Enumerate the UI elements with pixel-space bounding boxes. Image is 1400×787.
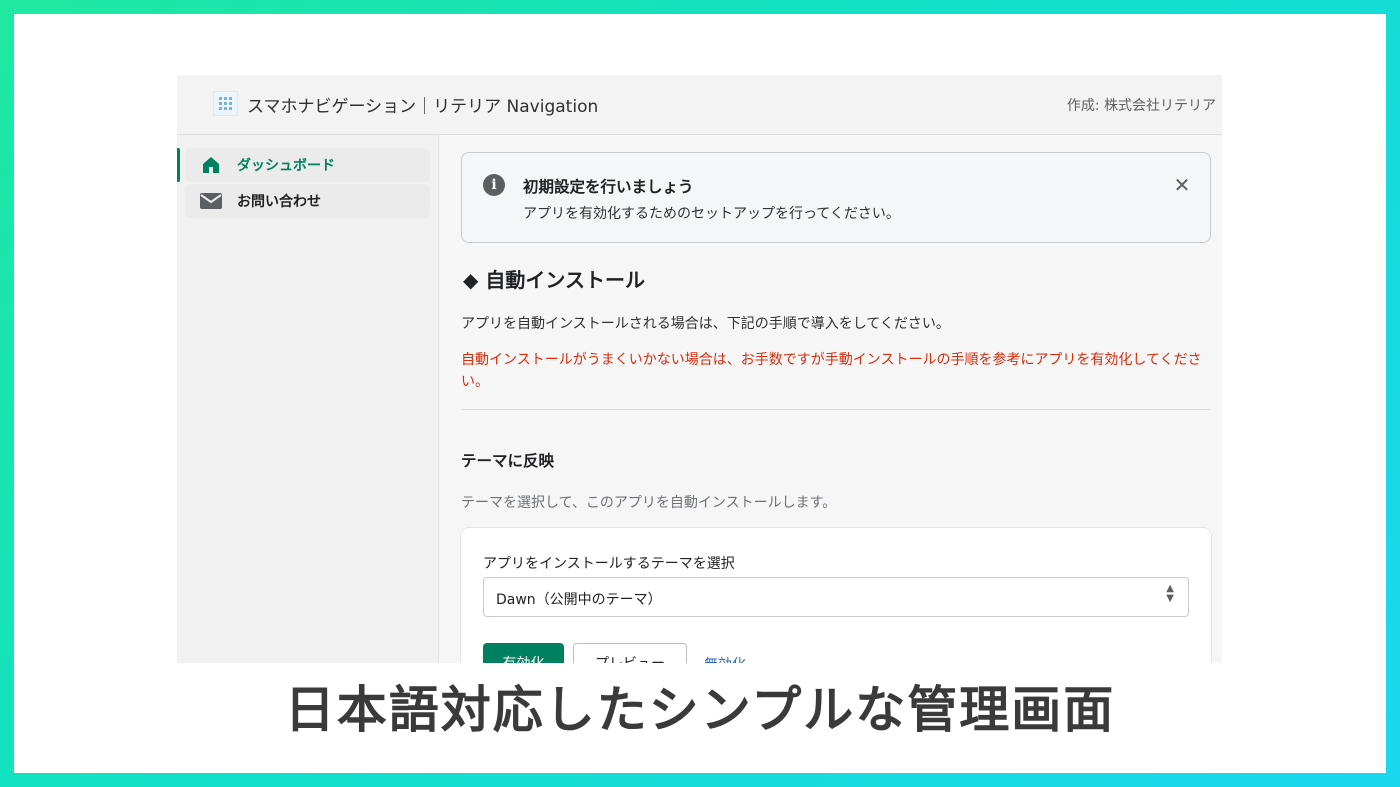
divider — [461, 409, 1211, 410]
preview-button[interactable]: プレビュー — [573, 643, 687, 663]
mail-icon — [199, 191, 223, 211]
sidebar-item-label: ダッシュボード — [237, 158, 335, 174]
sidebar-item-contact[interactable]: お問い合わせ — [185, 184, 430, 218]
grid-logo-icon — [213, 91, 238, 116]
section-heading: ◆ 自動インストール — [463, 268, 645, 292]
admin-app-window: スマホナビゲーション｜リテリア Navigation 作成: 株式会社リテリア … — [177, 75, 1222, 663]
top-bar: スマホナビゲーション｜リテリア Navigation 作成: 株式会社リテリア — [177, 75, 1222, 135]
theme-select[interactable]: Dawn（公開中のテーマ） ▲ ▼ — [483, 577, 1189, 617]
info-icon: i — [483, 174, 505, 196]
sidebar-item-label: お問い合わせ — [237, 194, 321, 210]
select-arrows-icon: ▲ ▼ — [1166, 583, 1174, 604]
select-label: アプリをインストールするテーマを選択 — [483, 556, 735, 572]
disable-link[interactable]: 無効化 — [704, 654, 746, 663]
section-description: アプリを自動インストールされる場合は、下記の手順で導入をしてください。 — [461, 316, 950, 332]
section-warning: 自動インストールがうまくいかない場合は、お手数ですが手動インストールの手順を参考… — [461, 352, 1202, 390]
theme-description: テーマを選択して、このアプリを自動インストールします。 — [461, 495, 837, 511]
theme-card: アプリをインストールするテーマを選択 Dawn（公開中のテーマ） ▲▼ 有効化 … — [461, 528, 1211, 663]
banner-title: 初期設定を行いましょう — [523, 178, 694, 196]
banner-text: アプリを有効化するためのセットアップを行ってください。 — [523, 206, 900, 222]
enable-button[interactable]: 有効化 — [483, 643, 564, 663]
caption-text: 日本語対応したシンプルな管理画面 — [284, 681, 1116, 739]
home-icon — [199, 155, 223, 175]
app-author: 作成: 株式会社リテリア — [1066, 98, 1216, 114]
main-content: i 初期設定を行いましょう アプリを有効化するためのセットアップを行ってください… — [461, 135, 1211, 663]
theme-title: テーマに反映 — [461, 452, 555, 470]
sidebar-item-dashboard[interactable]: ダッシュボード — [177, 148, 430, 182]
close-icon[interactable]: ✕ — [1170, 173, 1194, 197]
app-title: スマホナビゲーション｜リテリア Navigation — [247, 97, 599, 117]
select-value: Dawn（公開中のテーマ） — [496, 592, 662, 608]
setup-banner: i 初期設定を行いましょう アプリを有効化するためのセットアップを行ってください… — [461, 152, 1211, 243]
sidebar: ダッシュボード お問い合わせ — [177, 135, 439, 663]
